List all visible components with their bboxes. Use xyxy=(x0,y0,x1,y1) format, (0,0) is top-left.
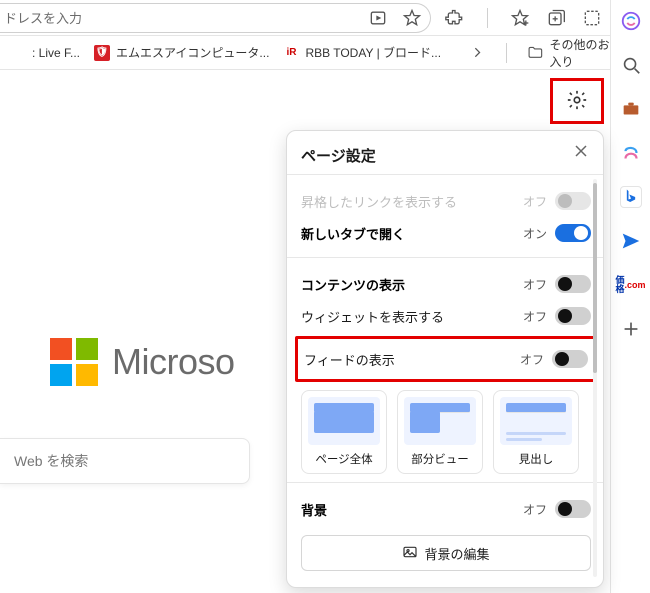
page-settings-gear-highlight xyxy=(550,78,604,124)
close-icon[interactable] xyxy=(571,141,591,161)
row-label: コンテンツの表示 xyxy=(301,275,519,294)
toggle-open-new-tab[interactable] xyxy=(555,224,591,242)
gear-icon[interactable] xyxy=(566,89,588,114)
row-state: オフ xyxy=(516,351,544,368)
add-sidebar-icon[interactable] xyxy=(620,318,642,340)
row-label: フィードの表示 xyxy=(304,350,516,369)
bookmark-item[interactable]: : Live F... xyxy=(10,45,80,61)
row-state: オフ xyxy=(519,276,547,293)
favorite-star-icon[interactable] xyxy=(402,8,422,28)
panel-scrollbar[interactable] xyxy=(593,179,597,577)
bookmark-label: RBB TODAY | ブロード... xyxy=(305,44,441,61)
row-label: ウィジェットを表示する xyxy=(301,307,519,326)
briefcase-icon[interactable] xyxy=(620,98,642,120)
toggle-show-widgets[interactable] xyxy=(555,307,591,325)
search-side-icon[interactable] xyxy=(620,54,642,76)
toggle-background[interactable] xyxy=(555,500,591,518)
panel-title: ページ設定 xyxy=(301,145,591,166)
favicon-shield-icon: 🛡 xyxy=(94,45,110,61)
tile-headline[interactable]: 見出し xyxy=(493,390,579,474)
brand-text: Microso xyxy=(112,341,235,383)
favorites-icon[interactable] xyxy=(510,8,530,28)
favicon-icon xyxy=(10,45,26,61)
row-state: オフ xyxy=(519,501,547,518)
kakaku-icon[interactable]: 価格.com xyxy=(620,274,642,296)
edge-sidebar: 価格.com xyxy=(610,0,650,593)
copilot-icon[interactable] xyxy=(620,10,642,32)
row-show-widgets: ウィジェットを表示する オフ xyxy=(301,300,591,332)
folder-icon xyxy=(527,43,544,63)
tile-label: 見出し xyxy=(519,454,554,466)
toggle-show-feed[interactable] xyxy=(552,350,588,368)
send-icon[interactable] xyxy=(620,230,642,252)
search-placeholder: Web を検索 xyxy=(14,451,88,471)
row-promoted-links: 昇格したリンクを表示する オフ xyxy=(301,185,591,217)
row-state: オフ xyxy=(519,193,547,210)
collections-icon[interactable] xyxy=(546,8,566,28)
bookmark-label: エムエスアイコンピュータ... xyxy=(116,44,269,61)
row-label: 新しいタブで開く xyxy=(301,224,519,243)
toggle-promoted-links xyxy=(555,192,591,210)
bookmark-item[interactable]: iR RBB TODAY | ブロード... xyxy=(283,44,441,61)
row-content-display: コンテンツの表示 オフ xyxy=(301,268,591,300)
favicon-r-icon: iR xyxy=(283,45,299,61)
reader-icon[interactable] xyxy=(368,8,388,28)
row-label: 昇格したリンクを表示する xyxy=(301,192,519,211)
tile-full-page[interactable]: ページ全体 xyxy=(301,390,387,474)
row-show-feed: フィードの表示 オフ xyxy=(304,343,588,375)
row-state: オン xyxy=(519,225,547,242)
logo-row: Microso xyxy=(50,338,235,386)
background-edit-label: 背景の編集 xyxy=(424,544,489,563)
address-placeholder: ドレスを入力 xyxy=(4,8,368,27)
bookmark-item[interactable]: 🛡 エムエスアイコンピュータ... xyxy=(94,44,269,61)
bookmarks-overflow-icon[interactable] xyxy=(469,43,486,63)
extensions-icon[interactable] xyxy=(445,8,465,28)
microsoft-logo-icon xyxy=(50,338,98,386)
bookmark-label: : Live F... xyxy=(32,46,80,60)
tile-partial-view[interactable]: 部分ビュー xyxy=(397,390,483,474)
swirl-icon[interactable] xyxy=(620,142,642,164)
toggle-content-display[interactable] xyxy=(555,275,591,293)
image-icon xyxy=(402,544,418,563)
browser-toolbar: ドレスを入力 xyxy=(0,0,650,36)
tile-label: 部分ビュー xyxy=(411,454,469,466)
screenshot-icon[interactable] xyxy=(582,8,602,28)
web-search-input[interactable]: Web を検索 xyxy=(0,438,250,484)
tile-label: ページ全体 xyxy=(315,454,372,466)
show-feed-highlight: フィードの表示 オフ xyxy=(295,336,597,382)
bing-icon[interactable] xyxy=(620,186,642,208)
background-edit-button[interactable]: 背景の編集 xyxy=(301,535,591,571)
row-label: 背景 xyxy=(301,500,519,519)
page-settings-panel: ページ設定 昇格したリンクを表示する オフ 新しいタブで開く オン コンテンツの… xyxy=(286,130,604,588)
row-background: 背景 オフ xyxy=(301,493,591,525)
bookmarks-bar: : Live F... 🛡 エムエスアイコンピュータ... iR RBB TOD… xyxy=(0,36,650,70)
layout-tiles: ページ全体 部分ビュー 見出し xyxy=(301,390,591,474)
row-open-new-tab: 新しいタブで開く オン xyxy=(301,217,591,249)
address-bar[interactable]: ドレスを入力 xyxy=(0,3,431,33)
row-state: オフ xyxy=(519,308,547,325)
